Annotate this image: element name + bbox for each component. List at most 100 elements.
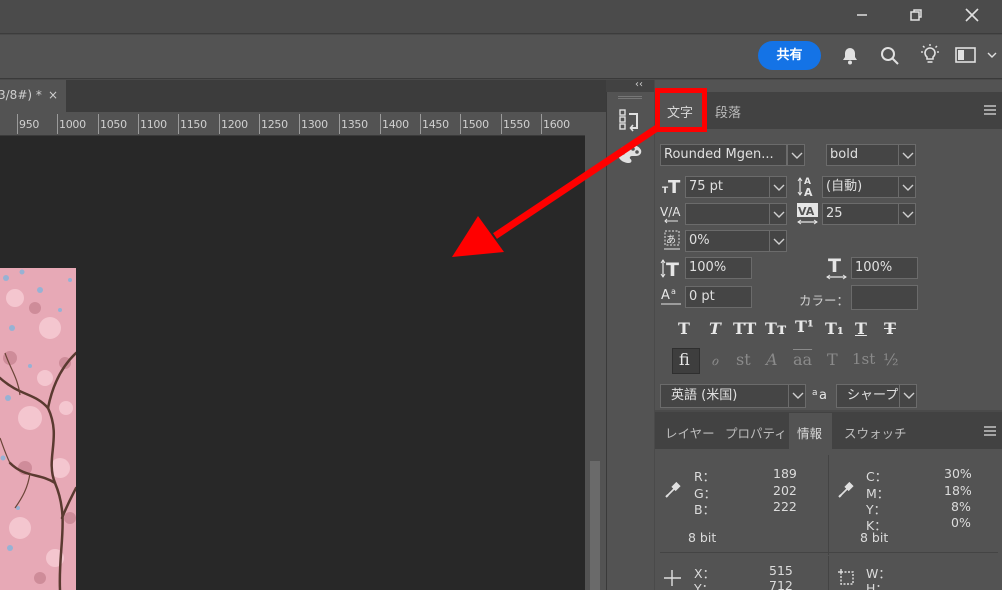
ruler-tick-mark [98,114,99,134]
info-divider-vertical-2 [828,556,829,590]
bell-icon [843,48,857,65]
chevron-down-icon [902,211,914,218]
workspace-button[interactable] [955,45,999,70]
ligature-button[interactable]: fi [679,350,690,369]
titling-alternates-button[interactable]: aa [793,350,812,369]
annotation-arrow [452,125,659,257]
cherry-blossom-image [0,268,76,590]
minimize-button[interactable] [839,0,885,30]
svg-text:A: A [661,288,670,303]
tab-info[interactable]: 情報 [797,423,822,442]
language-field[interactable]: 英語 (米国) [660,384,789,408]
stylistic-alternates-button[interactable]: A [766,350,778,369]
ruler-tick-label: 1250 [261,118,288,131]
svg-text:a: a [671,287,676,296]
close-window-button[interactable] [949,0,995,30]
font-style-dropdown[interactable] [898,144,916,166]
options-bar: 共有 [0,35,1002,79]
language-dropdown[interactable] [788,384,806,408]
ruler-tick-label: 1350 [341,118,368,131]
cmyk-bit-depth: 8 bit [860,530,889,545]
search-button[interactable] [879,45,901,70]
search-icon [881,47,899,65]
color-label: カラー： [799,293,850,308]
info-panel-menu-button[interactable] [983,425,997,440]
restore-button[interactable] [893,0,939,30]
selection-size-icon [837,568,857,590]
hamburger-icon [984,426,996,436]
tsume-dropdown[interactable] [769,230,787,252]
antialias-dropdown[interactable] [899,384,917,408]
share-button[interactable]: 共有 [758,41,821,70]
collapse-left-icon[interactable]: ‹‹ [635,79,643,90]
info-divider-horizontal [660,552,998,553]
rgb-label-b: B： [694,502,716,517]
position-value-x: 515 [769,563,793,578]
tab-swatches[interactable]: スウォッチ [844,423,907,442]
subscript-button[interactable]: T₁ [825,319,844,338]
position-label-y: Y： [694,581,715,590]
notifications-button[interactable] [839,44,861,69]
ruler-tick-label: 1400 [382,118,409,131]
tsume-field[interactable]: 0% [685,230,770,252]
faux-italic-button[interactable]: T [709,319,721,338]
chevron-down-icon [773,211,785,218]
crosshair-icon [664,569,682,590]
leading-dropdown[interactable] [898,176,916,198]
horizontal-scale-field[interactable]: 100% [851,257,918,279]
superscript-button[interactable]: T¹ [795,317,814,336]
tab-layers[interactable]: レイヤー [665,423,715,442]
leading-field[interactable]: (自動) [822,176,899,198]
font-style-field[interactable]: bold [826,144,899,166]
ordinals-button[interactable]: T [827,350,838,369]
cmyk-value-y: 8% [951,499,971,514]
font-family-dropdown[interactable] [787,144,805,166]
discover-button[interactable] [918,43,942,70]
restore-icon [910,9,922,21]
tab-paragraph[interactable]: 段落 [715,102,741,121]
cmyk-value-m: 18% [944,483,972,498]
font-family-field[interactable]: Rounded Mgen... [660,144,787,166]
ruler-tick-mark [299,114,300,134]
tracking-field[interactable]: 25 [822,203,899,225]
ordinal-superscript-button[interactable]: 1st [852,350,875,368]
tracking-dropdown[interactable] [898,203,916,225]
leading-icon: AA [796,175,820,200]
all-caps-button[interactable]: TT [733,319,756,338]
chevron-down-icon [902,184,914,191]
discretionary-ligature-button[interactable]: ℴ [711,350,718,369]
kerning-field[interactable] [685,203,770,225]
panel-menu-button[interactable] [983,104,997,119]
font-size-dropdown[interactable] [769,176,787,198]
rgb-value-r: 189 [773,466,797,481]
fractions-button[interactable]: ½ [883,350,899,369]
ruler-tick-label: 1150 [180,118,207,131]
svg-text:T: T [828,256,841,277]
document-tab-label: 3/8#) * [0,88,42,102]
ruler-tick-mark [420,114,421,134]
color-swatch[interactable] [851,285,918,310]
swash-button[interactable]: st [736,350,751,369]
grip-icon[interactable] [618,96,642,99]
kerning-dropdown[interactable] [769,203,787,225]
hamburger-icon [984,105,996,115]
baseline-shift-field[interactable]: 0 pt [685,286,752,308]
faux-bold-button[interactable]: T [678,319,690,338]
tab-properties[interactable]: プロパティ [725,423,787,442]
small-caps-button[interactable]: Tт [765,319,787,338]
ruler-tick-mark [178,114,179,134]
ruler-tick-mark [57,114,58,134]
scrollbar-thumb[interactable] [590,461,600,590]
antialias-field[interactable]: シャープ [836,384,900,408]
svg-text:A: A [804,186,813,197]
character-panel-tabs [655,92,1002,129]
close-tab-icon[interactable]: × [48,88,58,102]
chevron-down-icon [903,392,915,399]
antialias-icon: aa [811,384,833,407]
ruler-tick-mark [17,114,18,134]
vertical-scale-field[interactable]: 100% [685,257,752,279]
ruler-tick-label: 1050 [100,118,127,131]
strikethrough-button[interactable]: T [884,319,896,338]
underline-button[interactable]: T [855,319,867,338]
font-size-field[interactable]: 75 pt [685,176,770,198]
